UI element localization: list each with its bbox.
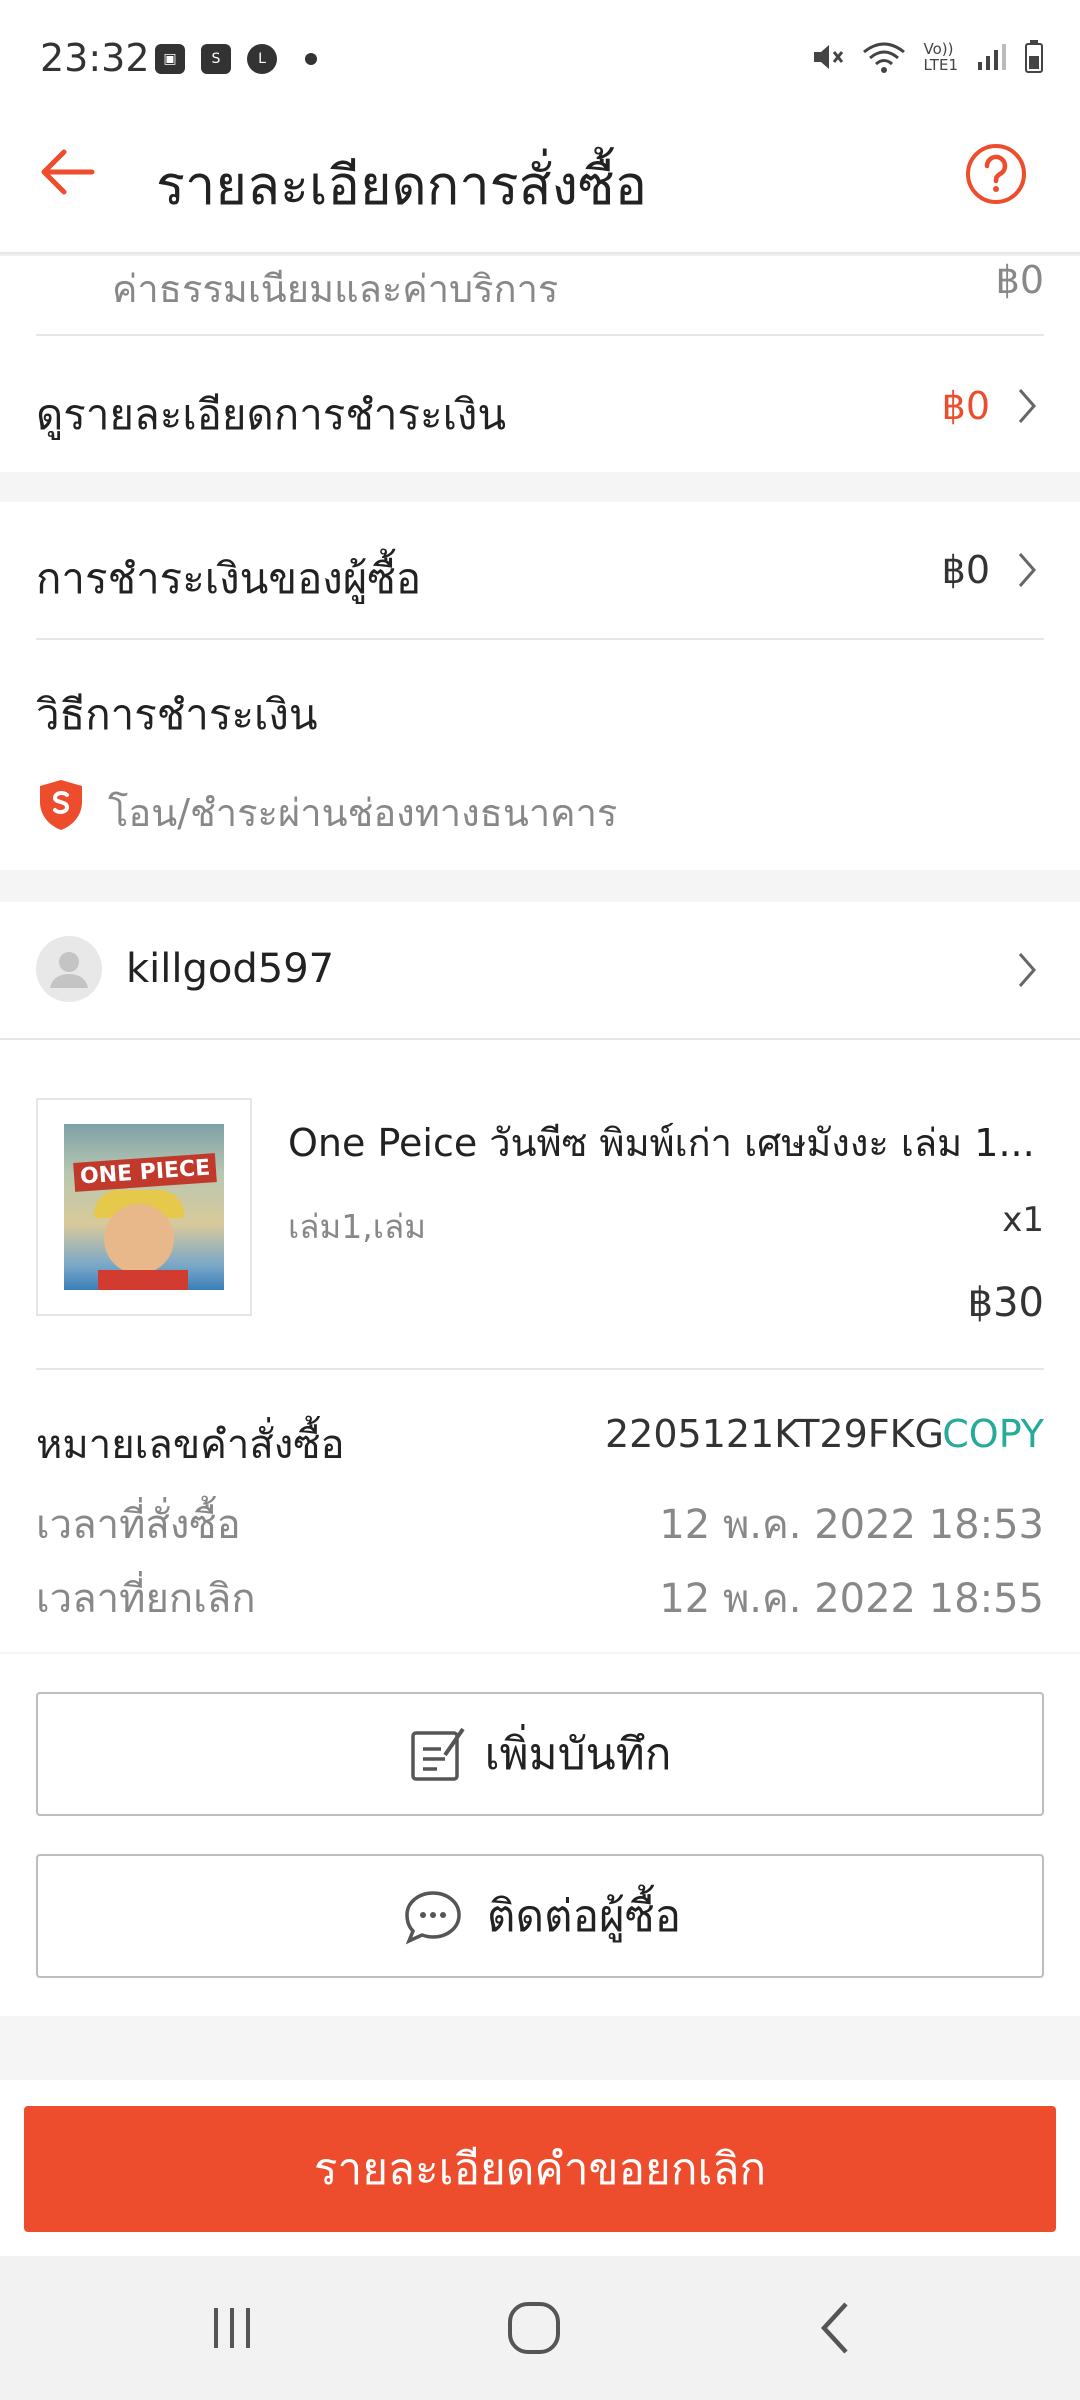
payment-detail-row[interactable]: ดูรายละเอียดการชำระเงิน ฿0 <box>0 336 1080 472</box>
add-note-label: เพิ่มบันทึก <box>484 1729 672 1780</box>
chevron-right-icon <box>1018 953 1036 987</box>
volte-icon: Vo)) LTE1 <box>923 40 958 74</box>
line-icon: L <box>247 44 277 74</box>
fees-value: ฿0 <box>995 258 1044 302</box>
buyer-payment-row[interactable]: การชำระเงินของผู้ซื้อ ฿0 <box>0 502 1080 638</box>
status-bar: 23:32 ▣ S L Vo)) LTE1 <box>0 0 1080 112</box>
payment-summary-section: ค่าธรรมเนียมและค่าบริการ ฿0 ดูรายละเอียด… <box>0 256 1080 472</box>
product-image[interactable]: ONE PIECE <box>36 1098 252 1316</box>
buyer-username: killgod597 <box>126 946 335 992</box>
status-time: 23:32 <box>40 36 150 80</box>
cover-title: ONE PIECE <box>73 1153 218 1192</box>
product-variation: เล่ม1,เล่ม <box>288 1207 426 1246</box>
buyer-payment-label: การชำระเงินของผู้ซื้อ <box>36 554 422 603</box>
actions-section: เพิ่มบันทึก ติดต่อผู้ซื้อ <box>0 1654 1080 2016</box>
shopee-icon: S <box>201 44 231 74</box>
order-number-value: 2205121KT29FKG <box>605 1412 944 1456</box>
buyer-payment-section: การชำระเงินของผู้ซื้อ ฿0 วิธีการชำระเงิน… <box>0 502 1080 870</box>
system-nav-bar <box>0 2256 1080 2400</box>
add-note-button[interactable]: เพิ่มบันทึก <box>36 1692 1044 1816</box>
avatar <box>36 936 102 1002</box>
chat-icon <box>405 1891 461 1945</box>
cover-figure <box>104 1204 174 1274</box>
product-name: One Peice วันพีซ พิมพ์เก่า เศษมังงะ เล่ม… <box>288 1121 1035 1165</box>
cancel-request-details-button[interactable]: รายละเอียดคำขอยกเลิก <box>24 2106 1056 2232</box>
payment-method-label: วิธีการชำระเงิน <box>36 690 318 739</box>
cancel-request-details-label: รายละเอียดคำขอยกเลิก <box>313 2144 767 2195</box>
system-icons: Vo)) LTE1 <box>810 40 1044 74</box>
more-notifications-icon <box>305 53 317 65</box>
wifi-icon <box>862 42 905 73</box>
fees-label: ค่าธรรมเนียมและค่าบริการ <box>112 267 559 311</box>
cover-shirt <box>98 1270 188 1290</box>
order-number-label: หมายเลขคำสั่งซื้อ <box>36 1422 345 1468</box>
product-price: ฿30 <box>967 1280 1044 1326</box>
contact-buyer-label: ติดต่อผู้ซื้อ <box>486 1891 682 1942</box>
product-cover: ONE PIECE <box>64 1124 224 1290</box>
payment-detail-value: ฿0 <box>941 384 990 428</box>
home-icon[interactable] <box>502 2296 566 2360</box>
shield-icon <box>40 780 82 830</box>
divider <box>36 638 1044 640</box>
signal-icon <box>978 44 1006 70</box>
cancel-time-value: 12 พ.ค. 2022 18:55 <box>659 1576 1044 1622</box>
chevron-right-icon <box>1018 389 1036 423</box>
cancel-time-label: เวลาที่ยกเลิก <box>36 1576 256 1622</box>
back-arrow-icon[interactable] <box>36 140 100 204</box>
copy-order-number-button[interactable]: COPY <box>942 1412 1044 1456</box>
contact-buyer-button[interactable]: ติดต่อผู้ซื้อ <box>36 1854 1044 1978</box>
help-icon[interactable] <box>964 142 1028 206</box>
note-edit-icon <box>410 1727 465 1781</box>
payment-detail-label: ดูรายละเอียดการชำระเงิน <box>36 390 507 439</box>
order-time-label: เวลาที่สั่งซื้อ <box>36 1502 241 1548</box>
recent-apps-icon[interactable] <box>200 2296 264 2360</box>
back-icon[interactable] <box>806 2296 870 2360</box>
gallery-icon: ▣ <box>155 44 185 74</box>
page-title: รายละเอียดการสั่งซื้อ <box>156 154 648 217</box>
buyer-row[interactable]: killgod597 <box>0 902 1080 1038</box>
user-icon <box>50 952 88 988</box>
notification-icons: ▣ S L <box>155 44 317 74</box>
product-quantity: x1 <box>1002 1200 1044 1240</box>
divider <box>36 1368 1044 1370</box>
mute-icon <box>813 45 843 69</box>
chevron-right-icon <box>1018 553 1036 587</box>
battery-icon <box>1025 40 1043 73</box>
order-time-value: 12 พ.ค. 2022 18:53 <box>659 1502 1044 1548</box>
app-header: รายละเอียดการสั่งซื้อ <box>0 112 1080 254</box>
buyer-payment-value: ฿0 <box>941 548 990 592</box>
payment-method-value: โอน/ชำระผ่านช่องทางธนาคาร <box>108 791 618 835</box>
